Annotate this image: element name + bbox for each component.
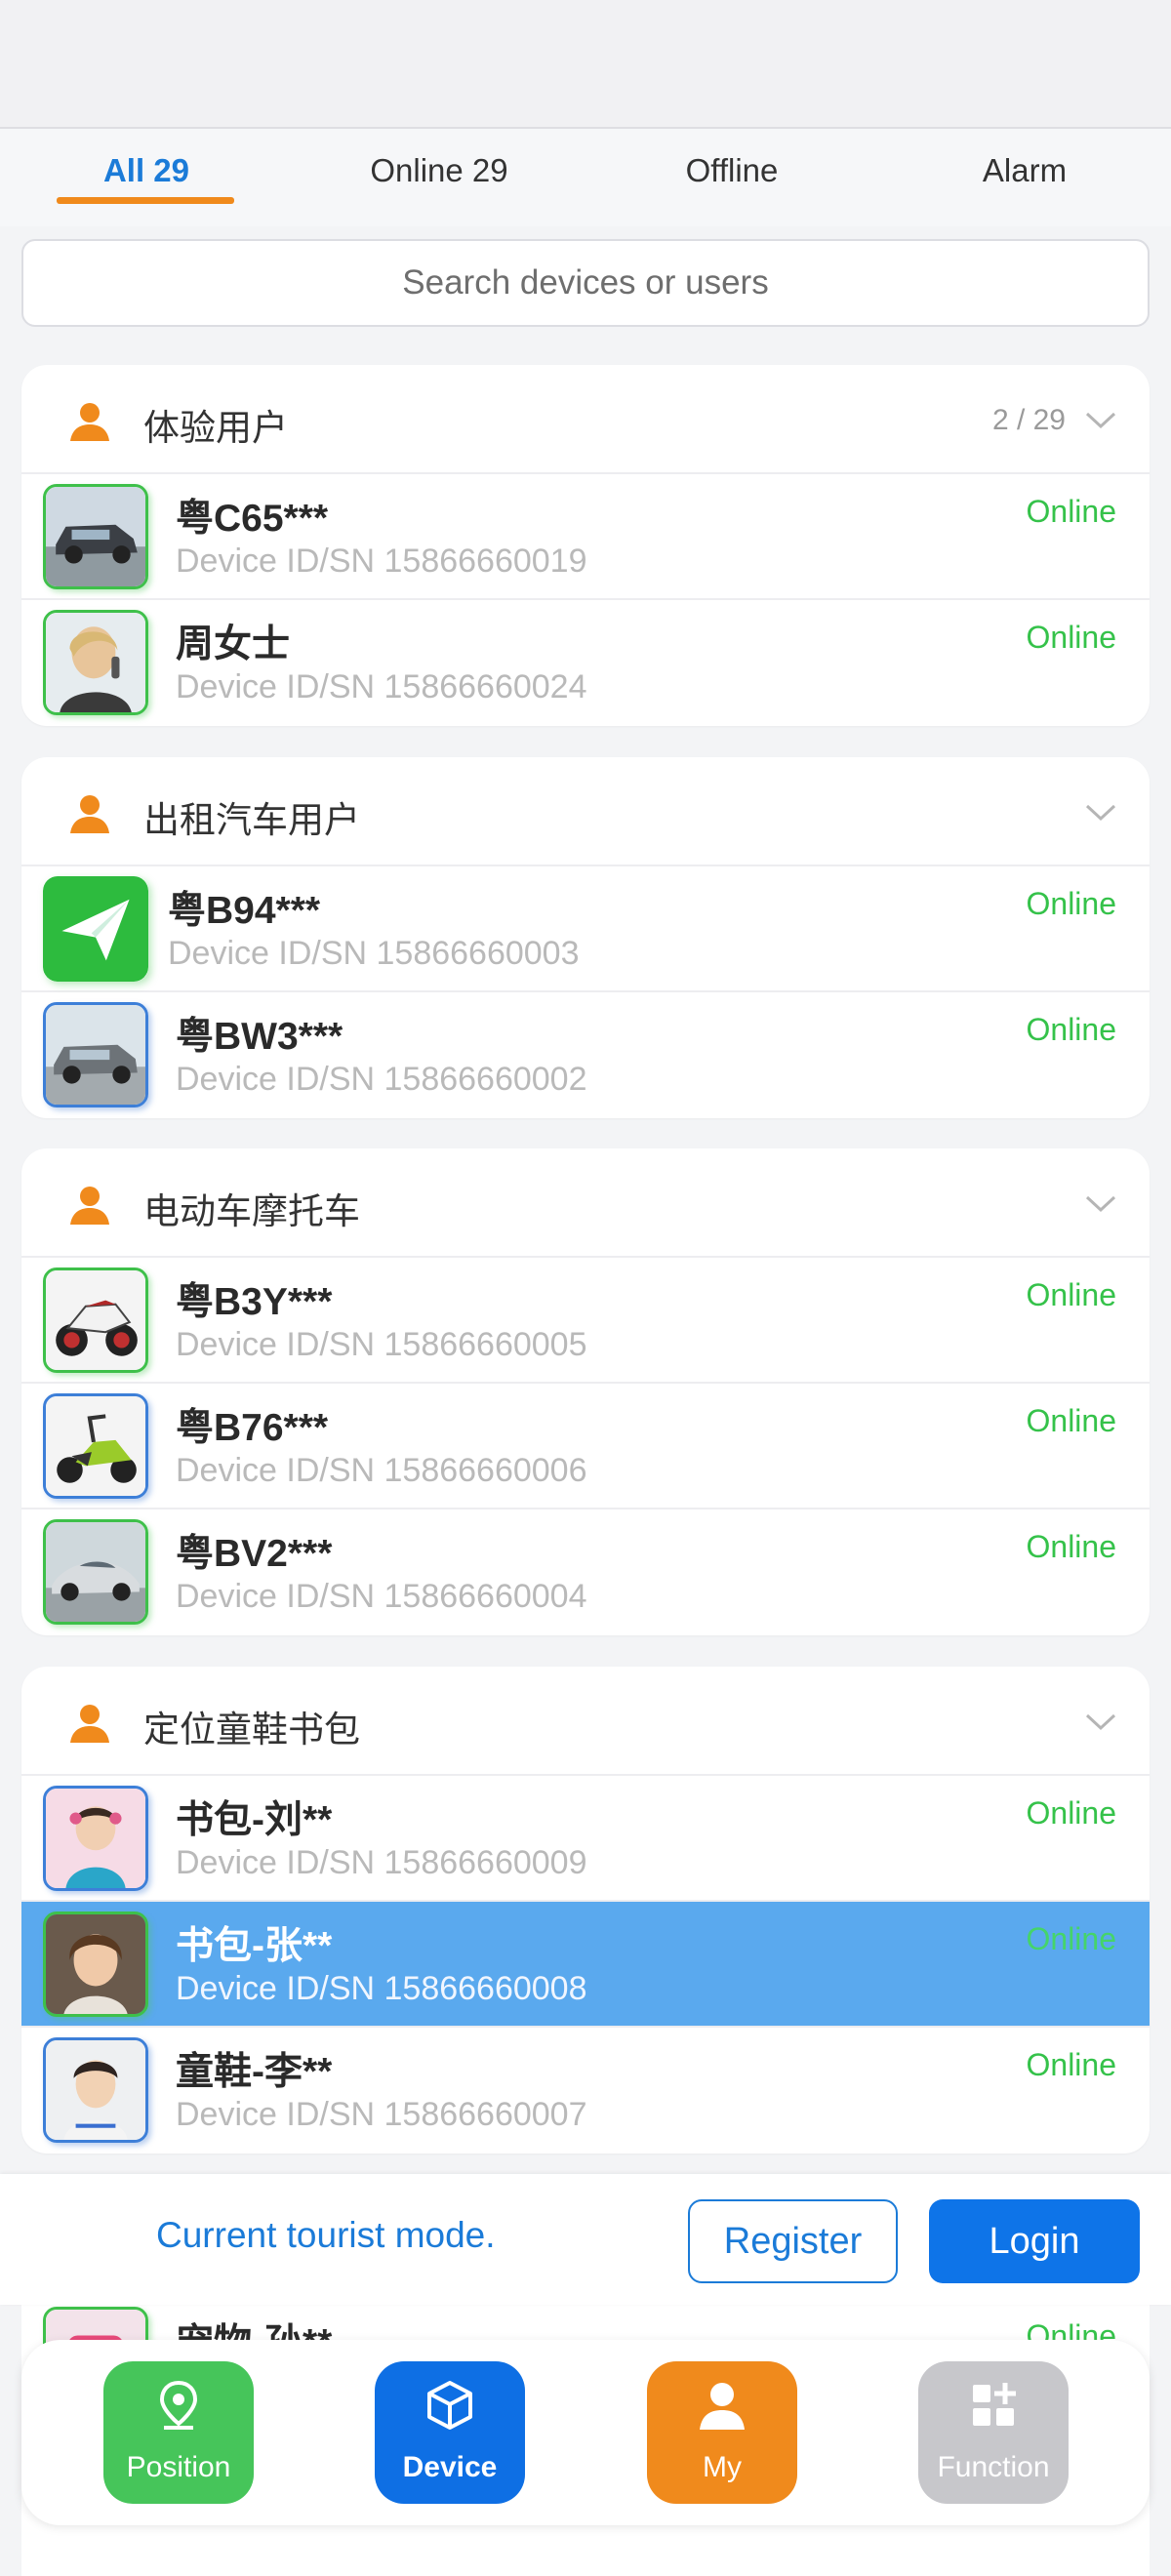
device-group: 体验用户 2 / 29 粤C65*** Device ID/SN 1586666… [21,365,1150,726]
tab-all[interactable]: All 29 [0,152,293,189]
group-title: 体验用户 [143,408,288,448]
tab-online[interactable]: Online 29 [293,152,586,189]
paper-plane-icon [43,876,148,982]
cube-icon [427,2381,472,2430]
sports-car-icon [43,1519,148,1625]
device-id: Device ID/SN 15866660008 [176,1970,587,2007]
status-badge: Online [1026,1529,1117,1564]
group-header[interactable]: 体验用户 2 / 29 [21,365,1150,474]
nav-my-button[interactable]: My [647,2361,797,2504]
device-id: Device ID/SN 15866660006 [176,1452,587,1489]
status-badge: Online [1026,1921,1117,1956]
group-header[interactable]: 电动车摩托车 [21,1148,1150,1258]
status-badge: Online [1026,886,1117,921]
device-name: 粤B3Y*** [176,1281,333,1323]
login-button[interactable]: Login [929,2199,1140,2283]
nav-label: My [703,2451,742,2483]
app-header [0,0,1171,129]
tourist-mode-text: Current tourist mode. [156,2215,496,2255]
group-header[interactable]: 出租汽车用户 [21,757,1150,866]
status-badge: Online [1026,494,1117,529]
nav-position-button[interactable]: Position [103,2361,254,2504]
tab-alarm[interactable]: Alarm [878,152,1171,189]
chevron-down-icon[interactable] [1081,792,1120,831]
motorcycle-icon [43,1268,148,1373]
nav-device-button[interactable]: Device [375,2361,525,2504]
group-title: 定位童鞋书包 [143,1710,360,1750]
group-title: 出租汽车用户 [143,800,360,840]
device-id: Device ID/SN 15866660019 [176,543,587,580]
list-item[interactable]: 粤B76*** Device ID/SN 15866660006 Online [21,1384,1150,1509]
status-badge: Online [1026,1403,1117,1438]
list-item[interactable]: 粤B94*** Device ID/SN 15866660003 Online [21,866,1150,992]
chevron-down-icon[interactable] [1081,1702,1120,1741]
nav-label: Function [937,2451,1050,2483]
list-item[interactable]: 粤B3Y*** Device ID/SN 15866660005 Online [21,1258,1150,1384]
search-input[interactable]: Search devices or users [21,239,1150,327]
list-item[interactable]: 书包-刘** Device ID/SN 15866660009 Online [21,1776,1150,1902]
device-name: 童鞋-李** [176,2051,333,2093]
device-id: Device ID/SN 15866660005 [176,1326,587,1363]
device-name: 粤BV2*** [176,1533,333,1575]
device-group: 出租汽车用户 粤B94*** Device ID/SN 15866660003 … [21,757,1150,1118]
tourist-mode-bar: Current tourist mode. Register Login [0,2174,1171,2305]
list-item[interactable]: 粤C65*** Device ID/SN 15866660019 Online [21,474,1150,600]
person-icon [70,403,109,441]
device-name: 粤C65*** [176,498,329,540]
person-icon [70,1187,109,1225]
status-badge: Online [1026,620,1117,655]
device-group: 电动车摩托车 粤B3Y*** Device ID/SN 15866660005 … [21,1148,1150,1635]
active-tab-indicator [57,197,234,204]
girl-portrait-icon [43,1786,148,1891]
scooter-icon [43,1393,148,1499]
person-icon [70,1705,109,1743]
suv-icon [43,1002,148,1107]
status-badge: Online [1026,1795,1117,1831]
list-item[interactable]: 童鞋-李** Device ID/SN 15866660007 Online [21,2028,1150,2153]
device-id: Device ID/SN 15866660009 [176,1844,587,1881]
status-badge: Online [1026,1012,1117,1047]
register-button[interactable]: Register [688,2199,898,2283]
device-id: Device ID/SN 15866660024 [176,668,587,705]
device-name: 粤B76*** [176,1407,329,1449]
location-pin-icon [159,2380,198,2430]
grid-plus-icon [973,2383,1016,2426]
device-group: 定位童鞋书包 书包-刘** Device ID/SN 15866660009 O… [21,1667,1150,2153]
device-name: 书包-张** [176,1925,333,1967]
list-item[interactable]: 粤BW3*** Device ID/SN 15866660002 Online [21,992,1150,1118]
group-count: 2 / 29 [991,404,1066,436]
person-icon [70,795,109,833]
nav-label: Position [126,2451,231,2483]
bottom-nav: Position Device My Function [21,2340,1150,2525]
tab-offline[interactable]: Offline [586,152,878,189]
device-id: Device ID/SN 15866660002 [176,1061,587,1098]
person-icon [700,2383,745,2430]
nav-function-button[interactable]: Function [918,2361,1069,2504]
woman-portrait-icon [43,610,148,715]
group-header[interactable]: 定位童鞋书包 [21,1667,1150,1776]
chevron-down-icon[interactable] [1081,1184,1120,1223]
device-name: 粤B94*** [168,890,321,932]
girl-portrait-icon [43,1912,148,2017]
group-title: 电动车摩托车 [143,1191,360,1231]
list-item[interactable]: 书包-张** Device ID/SN 15866660008 Online [21,1902,1150,2028]
device-name: 周女士 [176,624,291,665]
suv-icon [43,484,148,589]
status-badge: Online [1026,2047,1117,2082]
chevron-down-icon[interactable] [1081,400,1120,439]
device-name: 书包-刘** [176,1799,333,1841]
device-id: Device ID/SN 15866660004 [176,1578,587,1615]
filter-tabs: All 29 Online 29 Offline Alarm [0,129,1171,226]
boy-portrait-icon [43,2037,148,2143]
device-name: 粤BW3*** [176,1016,343,1058]
device-id: Device ID/SN 15866660007 [176,2096,587,2133]
nav-label: Device [402,2451,498,2483]
device-id: Device ID/SN 15866660003 [168,935,580,972]
list-item[interactable]: 粤BV2*** Device ID/SN 15866660004 Online [21,1509,1150,1635]
status-badge: Online [1026,1277,1117,1312]
list-item[interactable]: 周女士 Device ID/SN 15866660024 Online [21,600,1150,726]
